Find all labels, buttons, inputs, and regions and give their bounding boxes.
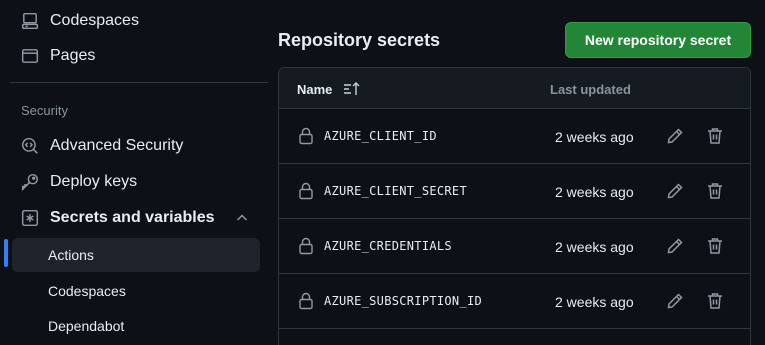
- secret-last-updated: 2 weeks ago: [555, 294, 634, 310]
- sidebar-subitem-label: Codespaces: [48, 283, 126, 299]
- table-row: AZURE_SUBSCRIPTION_ID 2 weeks ago: [279, 274, 750, 329]
- table-row: AZURE_CLIENT_ID 2 weeks ago: [279, 109, 750, 164]
- codespaces-icon: [20, 11, 40, 31]
- trash-icon[interactable]: [705, 126, 725, 146]
- sort-icon[interactable]: [342, 81, 362, 97]
- pencil-icon[interactable]: [665, 181, 685, 201]
- lock-icon: [299, 292, 313, 310]
- sidebar-subitem-codespaces[interactable]: Codespaces: [12, 274, 260, 308]
- secret-name: AZURE_CREDENTIALS: [324, 239, 452, 253]
- settings-sidebar: Codespaces Pages Security Advanced Secur…: [0, 0, 268, 345]
- active-indicator: [4, 239, 8, 267]
- sidebar-subitem-label: Dependabot: [48, 318, 125, 334]
- secret-last-updated: 2 weeks ago: [555, 129, 634, 145]
- secret-name: AZURE_CLIENT_ID: [324, 129, 437, 143]
- sidebar-subitem-actions[interactable]: Actions: [12, 238, 260, 272]
- secret-name: AZURE_SUBSCRIPTION_ID: [324, 294, 483, 308]
- sidebar-item-pages[interactable]: Pages: [10, 39, 260, 73]
- pencil-icon[interactable]: [665, 126, 685, 146]
- sidebar-item-label: Advanced Security: [50, 137, 184, 154]
- asterisk-icon: [20, 208, 40, 228]
- settings-page: Codespaces Pages Security Advanced Secur…: [0, 0, 765, 345]
- pencil-icon[interactable]: [665, 236, 685, 256]
- new-repository-secret-button[interactable]: New repository secret: [565, 22, 751, 58]
- table-header: Name Last updated: [279, 68, 750, 109]
- page-title: Repository secrets: [278, 30, 441, 50]
- lock-icon: [299, 127, 313, 145]
- trash-icon[interactable]: [705, 181, 725, 201]
- column-header-name: Name: [297, 81, 362, 97]
- trash-icon[interactable]: [705, 291, 725, 311]
- sidebar-divider: [10, 82, 268, 83]
- chevron-up-icon[interactable]: [234, 210, 250, 226]
- column-header-last-updated: Last updated: [550, 82, 631, 97]
- sidebar-subitem-dependabot[interactable]: Dependabot: [12, 309, 260, 343]
- sidebar-item-advanced-security[interactable]: Advanced Security: [10, 129, 260, 163]
- sidebar-item-codespaces[interactable]: Codespaces: [10, 4, 260, 38]
- column-header-name-label: Name: [297, 81, 333, 97]
- secret-last-updated: 2 weeks ago: [555, 239, 634, 255]
- sidebar-item-label: Pages: [50, 47, 96, 64]
- pencil-icon[interactable]: [665, 291, 685, 311]
- sidebar-item-deploy-keys[interactable]: Deploy keys: [10, 165, 260, 199]
- table-row: AZURE_CLIENT_SECRET 2 weeks ago: [279, 164, 750, 219]
- sidebar-item-label: Codespaces: [50, 12, 139, 29]
- lock-icon: [299, 237, 313, 255]
- sidebar-item-secrets-and-variables[interactable]: Secrets and variables: [10, 201, 260, 235]
- secrets-table: Name Last updated AZURE_CLIENT_ID 2 week…: [278, 67, 751, 345]
- sidebar-item-label: Secrets and variables: [50, 209, 215, 226]
- key-icon: [20, 172, 40, 192]
- secret-last-updated: 2 weeks ago: [555, 184, 634, 200]
- secret-name: AZURE_CLIENT_SECRET: [324, 184, 467, 198]
- pages-icon: [20, 46, 40, 66]
- sidebar-section-security: Security: [21, 103, 68, 118]
- trash-icon[interactable]: [705, 236, 725, 256]
- table-row: AZURE_CREDENTIALS 2 weeks ago: [279, 219, 750, 274]
- sidebar-subitem-label: Actions: [48, 247, 94, 263]
- codescan-icon: [20, 136, 40, 156]
- lock-icon: [299, 182, 313, 200]
- sidebar-item-label: Deploy keys: [50, 173, 138, 190]
